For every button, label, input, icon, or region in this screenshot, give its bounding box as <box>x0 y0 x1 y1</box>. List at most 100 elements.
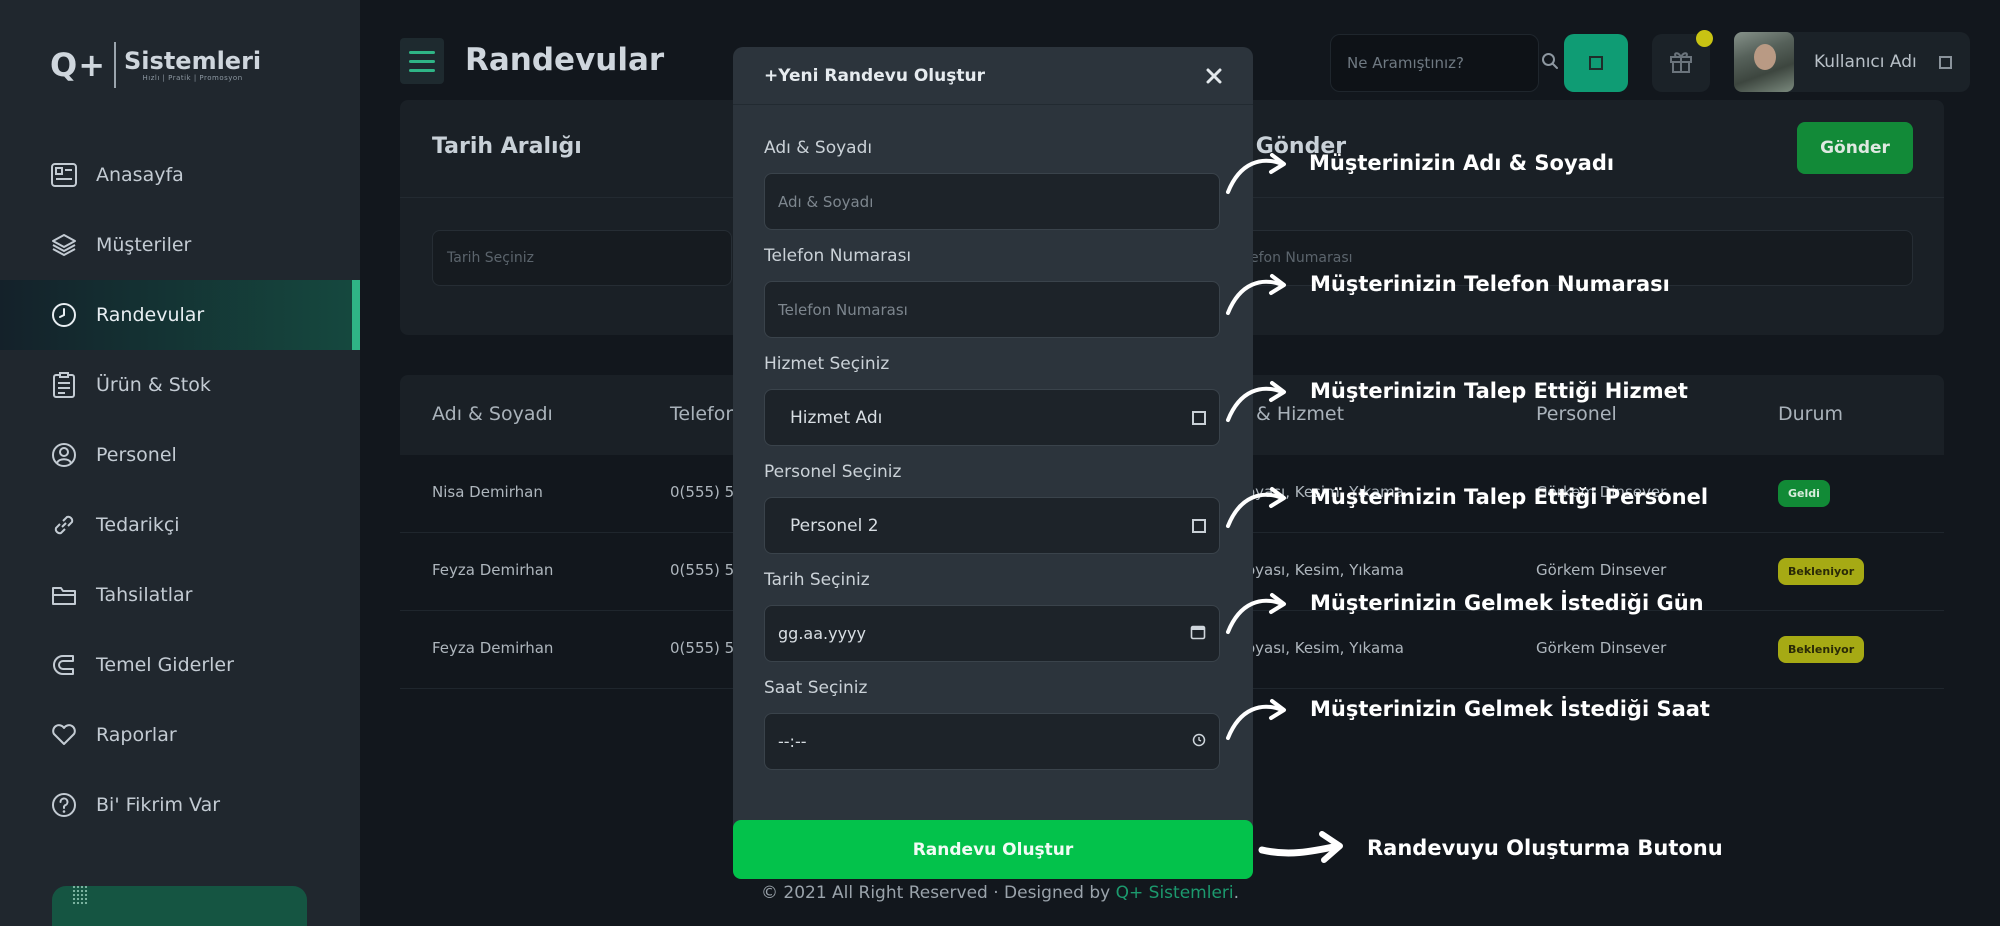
annotation-service: Müşterinizin Talep Ettiği Hizmet <box>1310 379 1688 403</box>
name-field[interactable] <box>764 173 1220 230</box>
menu-icon-bar <box>409 68 435 72</box>
search-icon[interactable] <box>1541 52 1559 74</box>
sidebar-item-label: Tedarikçi <box>96 514 180 536</box>
annotation-name: Müşterinizin Adı & Soyadı <box>1309 151 1615 175</box>
sidebar-item-label: Bi' Fikrim Var <box>96 794 221 816</box>
heart-icon <box>50 721 78 749</box>
cell-staff: Görkem Dinsever <box>1536 561 1667 579</box>
layers-icon <box>50 231 78 259</box>
staff-select[interactable]: Personel 2 <box>764 497 1220 554</box>
sidebar-item-label: Müşteriler <box>96 234 192 256</box>
column-header: Durum <box>1778 403 1844 425</box>
cell-name: Feyza Demirhan <box>432 561 554 579</box>
clipboard-icon <box>50 371 78 399</box>
send-button[interactable]: Gönder <box>1797 122 1913 174</box>
avatar <box>1734 32 1794 92</box>
sidebar-item-label: Randevular <box>96 304 205 326</box>
magnet-icon <box>50 651 78 679</box>
phone-input[interactable] <box>778 300 1206 319</box>
time-input-value: --:-- <box>778 732 807 751</box>
folder-icon <box>50 581 78 609</box>
date-range-title: Tarih Aralığı <box>432 134 582 159</box>
service-label: Hizmet Seçiniz <box>764 354 890 374</box>
square-icon <box>1938 55 1952 69</box>
status-badge: Bekleniyor <box>1778 558 1865 585</box>
service-select[interactable]: Hizmet Adı <box>764 389 1220 446</box>
link-icon <box>50 511 78 539</box>
sidebar-item-personel[interactable]: Personel <box>0 420 360 490</box>
sidebar-item-label: Personel <box>96 444 177 466</box>
logo[interactable]: Q+ Sistemleri Hızlı | Pratik | Promosyon <box>50 42 261 88</box>
date-select-input[interactable]: Tarih Seçiniz <box>432 230 732 286</box>
time-label: Saat Seçiniz <box>764 678 868 698</box>
sidebar-item-randevular[interactable]: Randevular <box>0 280 360 350</box>
gift-icon <box>1668 48 1694 78</box>
logo-mark: Q+ <box>50 46 107 84</box>
curved-arrow-icon <box>1226 699 1286 740</box>
sidebar-item-tedarikci[interactable]: Tedarikçi <box>0 490 360 560</box>
footer: © 2021 All Right Reserved · Designed by … <box>0 883 2000 903</box>
cell-staff: Görkem Dinsever <box>1536 639 1667 657</box>
user-menu[interactable]: Kullanıcı Adı <box>1734 32 1970 92</box>
cell-phone: 0(555) 5 <box>670 561 735 579</box>
annotation-phone: Müşterinizin Telefon Numarası <box>1310 272 1670 296</box>
question-icon <box>50 791 78 819</box>
name-input[interactable] <box>778 192 1206 211</box>
name-label: Adı & Soyadı <box>764 138 873 158</box>
sidebar-item-label: Ürün & Stok <box>96 374 211 396</box>
sidebar: Q+ Sistemleri Hızlı | Pratik | Promosyon… <box>0 0 360 926</box>
time-field[interactable]: --:-- <box>764 713 1220 770</box>
search-box[interactable] <box>1330 34 1558 92</box>
sidebar-item-musteriler[interactable]: Müşteriler <box>0 210 360 280</box>
logo-divider <box>114 42 117 88</box>
modal-title: +Yeni Randevu Oluştur <box>764 66 985 86</box>
sidebar-item-label: Tahsilatlar <box>96 584 193 606</box>
cell-name: Feyza Demirhan <box>432 639 554 657</box>
calendar-icon[interactable] <box>1190 624 1206 644</box>
sidebar-item-temel-giderler[interactable]: Temel Giderler <box>0 630 360 700</box>
sidebar-item-raporlar[interactable]: Raporlar <box>0 700 360 770</box>
sidebar-item-tahsilatlar[interactable]: Tahsilatlar <box>0 560 360 630</box>
staff-select-value: Personel 2 <box>790 515 879 536</box>
sidebar-item-bi-fikrim-var[interactable]: Bi' Fikrim Var <box>0 770 360 840</box>
curved-arrow-icon <box>1226 593 1286 634</box>
service-select-value: Hizmet Adı <box>790 407 883 428</box>
status-badge: Geldi <box>1778 480 1830 507</box>
curved-arrow-icon <box>1226 274 1286 315</box>
date-label: Tarih Seçiniz <box>764 570 870 590</box>
menu-icon-bar <box>409 50 435 54</box>
curved-arrow-icon <box>1226 487 1286 528</box>
annotation-date: Müşterinizin Gelmek İstediği Gün <box>1310 591 1704 615</box>
curved-arrow-icon <box>1226 381 1286 422</box>
status-badge: Bekleniyor <box>1778 636 1865 663</box>
staff-label: Personel Seçiniz <box>764 462 902 482</box>
column-header: Personel <box>1536 403 1617 425</box>
hamburger-menu-button[interactable] <box>400 38 444 84</box>
sidebar-item-urun-stok[interactable]: Ürün & Stok <box>0 350 360 420</box>
modal-header: +Yeni Randevu Oluştur <box>733 47 1253 105</box>
cell-phone: 0(555) 5 <box>670 639 735 657</box>
logo-tagline: Hızlı | Pratik | Promosyon <box>142 74 243 82</box>
sidebar-item-label: Raporlar <box>96 724 177 746</box>
sidebar-item-label: Temel Giderler <box>96 654 234 676</box>
cell-phone: 0(555) 5 <box>670 483 735 501</box>
quick-action-button[interactable] <box>1564 34 1628 92</box>
create-appointment-button[interactable]: Randevu Oluştur <box>733 820 1253 879</box>
dropdown-square-icon <box>1192 410 1206 425</box>
cell-name: Nisa Demirhan <box>432 483 543 501</box>
search-input[interactable] <box>1347 54 1541 72</box>
close-icon[interactable] <box>1199 61 1229 91</box>
clock-icon <box>50 301 78 329</box>
date-field[interactable]: gg.aa.yyyy <box>764 605 1220 662</box>
clock-icon[interactable] <box>1192 732 1206 751</box>
column-header: Telefon <box>670 403 738 425</box>
user-name: Kullanıcı Adı <box>1814 52 1917 72</box>
footer-brand-link[interactable]: Q+ Sistemleri <box>1116 883 1234 903</box>
notification-dot <box>1696 30 1713 47</box>
phone-field[interactable] <box>764 281 1220 338</box>
logo-name: Sistemleri <box>124 47 262 75</box>
sidebar-item-anasayfa[interactable]: Anasayfa <box>0 140 360 210</box>
footer-suffix: . <box>1233 883 1240 903</box>
annotation-time: Müşterinizin Gelmek İstediği Saat <box>1310 697 1710 721</box>
square-icon <box>1589 56 1603 70</box>
